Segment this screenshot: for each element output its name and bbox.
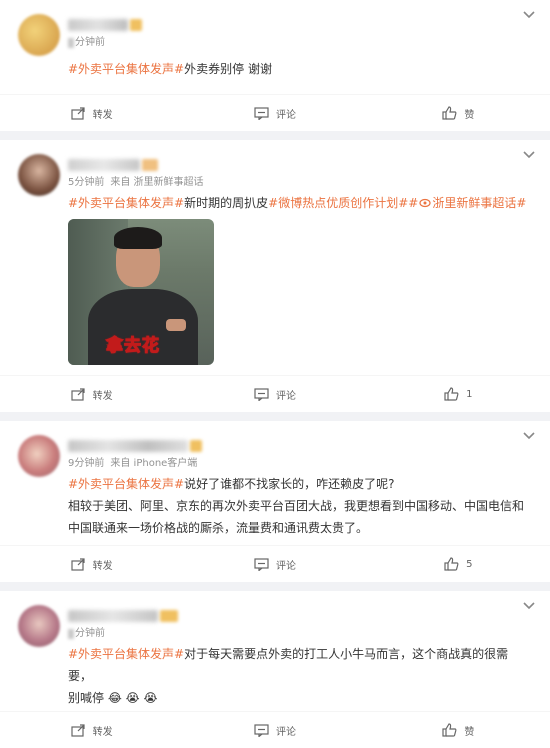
post-meta: 9分钟前 来自 iPhone客户端 [68, 457, 202, 471]
chevron-down-icon[interactable] [522, 10, 536, 20]
username[interactable] [68, 16, 142, 34]
post-source[interactable]: 来自 iPhone客户端 [110, 457, 197, 471]
image-caption: 拿去花 [106, 336, 160, 357]
post-card: 5分钟前 来自 浙里新鲜事超话 #外卖平台集体发声#新时期的周扒皮#微博热点优质… [0, 140, 550, 412]
repost-button[interactable]: 转发 [0, 557, 183, 572]
post-text: #外卖平台集体发声#新时期的周扒皮#微博热点优质创作计划## 浙里新鲜事超话# [68, 196, 527, 210]
username[interactable] [68, 607, 178, 625]
username[interactable] [68, 156, 204, 174]
post-time[interactable]: 9分钟前 [68, 457, 104, 471]
avatar[interactable] [18, 154, 60, 196]
chevron-down-icon[interactable] [522, 601, 536, 611]
comment-icon [254, 723, 269, 737]
repost-button[interactable]: 转发 [0, 723, 183, 738]
post-meta: 分钟前 [68, 36, 142, 50]
avatar[interactable] [18, 14, 60, 56]
comment-button[interactable]: 评论 [183, 557, 366, 572]
post-text: #外卖平台集体发声#对于每天需要点外卖的打工人小牛马而言，这个商战真的很需要， [68, 647, 509, 683]
post-time[interactable]: 5分钟前 [68, 176, 104, 190]
super-topic-link[interactable]: # 浙里新鲜事超话# [408, 196, 526, 210]
chevron-down-icon[interactable] [522, 431, 536, 441]
repost-icon [71, 557, 85, 571]
repost-button[interactable]: 转发 [0, 387, 183, 402]
like-button[interactable]: 赞 [367, 723, 550, 738]
repost-icon [71, 387, 85, 401]
like-icon [442, 106, 457, 120]
topic-tag[interactable]: #外卖平台集体发声# [68, 196, 184, 210]
super-topic-icon [419, 198, 431, 208]
topic-tag[interactable]: #微博热点优质创作计划# [268, 196, 408, 210]
post-card: 9分钟前 来自 iPhone客户端 #外卖平台集体发声#说好了谁都不找家长的，咋… [0, 421, 550, 582]
like-icon [444, 557, 459, 571]
like-icon [444, 387, 459, 401]
like-button[interactable]: 1 [367, 387, 550, 401]
comment-icon [254, 106, 269, 120]
like-icon [442, 723, 457, 737]
post-image[interactable]: 拿去花 [68, 219, 214, 365]
avatar[interactable] [18, 435, 60, 477]
repost-icon [71, 106, 85, 120]
post-card: 分钟前 #外卖平台集体发声#对于每天需要点外卖的打工人小牛马而言，这个商战真的很… [0, 591, 550, 748]
topic-tag[interactable]: #外卖平台集体发声# [68, 647, 184, 661]
like-button[interactable]: 5 [367, 557, 550, 571]
post-text-line: 中国联通来一场价格战的厮杀，流量费和通讯费太贵了。 [68, 521, 369, 535]
topic-tag[interactable]: #外卖平台集体发声# [68, 62, 184, 76]
chevron-down-icon[interactable] [522, 150, 536, 160]
comment-button[interactable]: 评论 [183, 723, 366, 738]
repost-icon [71, 723, 85, 737]
topic-tag[interactable]: #外卖平台集体发声# [68, 477, 184, 491]
like-button[interactable]: 赞 [367, 106, 550, 121]
post-time[interactable]: 分钟前 [75, 627, 105, 641]
post-text: #外卖平台集体发声#说好了谁都不找家长的，咋还赖皮了呢? [68, 477, 395, 491]
repost-button[interactable]: 转发 [0, 106, 183, 121]
weibo-feed: 分钟前 #外卖平台集体发声#外卖券别停 谢谢 转发 评论 赞 5分钟前 来自 浙… [0, 0, 550, 748]
comment-icon [254, 387, 269, 401]
comment-icon [254, 557, 269, 571]
post-meta: 分钟前 [68, 627, 178, 641]
post-card: 分钟前 #外卖平台集体发声#外卖券别停 谢谢 转发 评论 赞 [0, 0, 550, 131]
avatar[interactable] [18, 605, 60, 647]
comment-button[interactable]: 评论 [183, 387, 366, 402]
comment-button[interactable]: 评论 [183, 106, 366, 121]
post-source[interactable]: 来自 浙里新鲜事超话 [110, 176, 203, 190]
post-text: #外卖平台集体发声#外卖券别停 谢谢 [68, 62, 272, 76]
post-meta: 5分钟前 来自 浙里新鲜事超话 [68, 176, 204, 190]
post-text-line: 相较于美团、阿里、京东的再次外卖平台百团大战，我更想看到中国移动、中国电信和 [68, 499, 525, 513]
post-time[interactable]: 分钟前 [75, 36, 105, 50]
post-text-line: 别喊停 😂 😭 😭 [68, 691, 158, 705]
username[interactable] [68, 437, 202, 455]
